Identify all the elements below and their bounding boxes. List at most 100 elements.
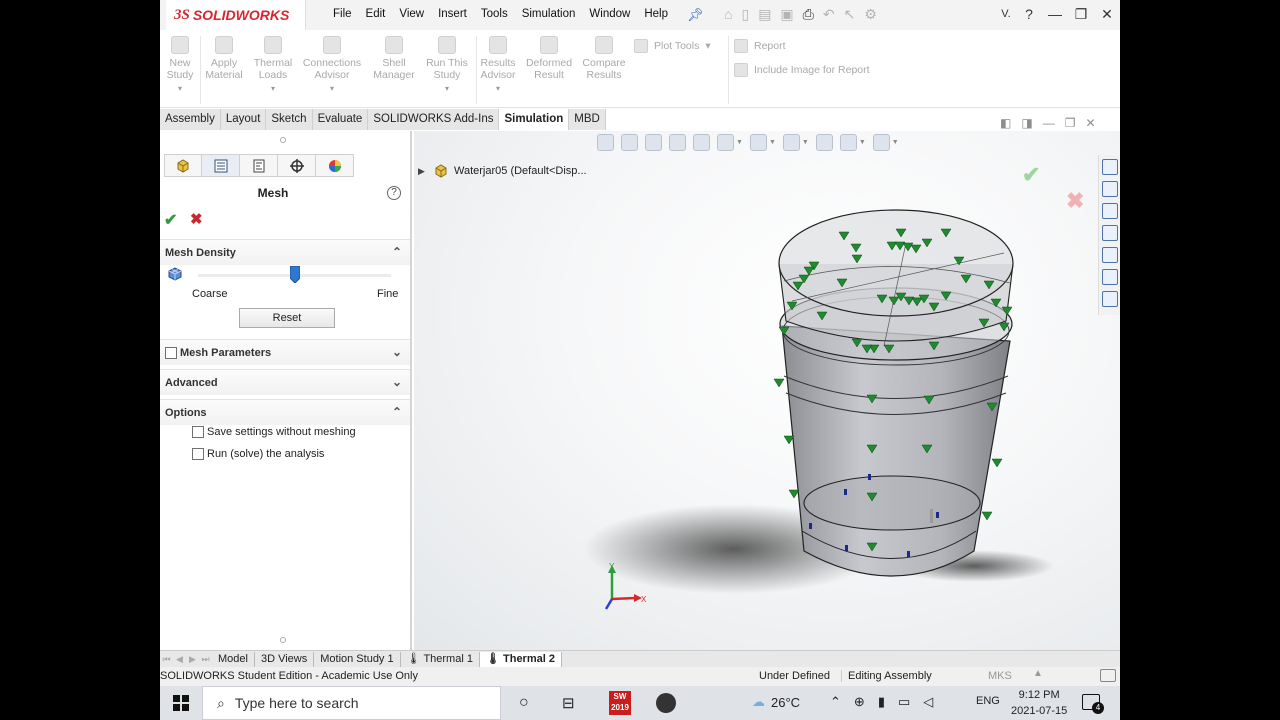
- chevron-down-icon[interactable]: ▼: [769, 139, 776, 146]
- report-button[interactable]: Report: [734, 39, 786, 53]
- tab-evaluate[interactable]: Evaluate: [313, 109, 369, 130]
- chevron-down-icon[interactable]: ▾: [252, 83, 294, 95]
- tab-dimxpert[interactable]: [278, 154, 316, 177]
- taskbar-search-input[interactable]: ⌕ Type here to search: [202, 686, 501, 720]
- new-document-icon[interactable]: ▯: [741, 6, 749, 23]
- chat-icon[interactable]: [1100, 669, 1116, 682]
- last-tab-icon[interactable]: ⏭: [199, 654, 212, 665]
- chevron-up-icon[interactable]: ▲: [1033, 668, 1043, 679]
- solidworks-taskbar-icon[interactable]: SW 2019: [609, 691, 631, 715]
- tab-configuration-manager[interactable]: [240, 154, 278, 177]
- help-menu-icon[interactable]: ?: [1016, 6, 1042, 22]
- include-image-button[interactable]: Include Image for Report: [734, 63, 870, 77]
- undo-icon[interactable]: ↶: [823, 6, 835, 23]
- pin-menu-icon[interactable]: 📌︎: [687, 7, 704, 23]
- volume-icon[interactable]: ◁: [923, 694, 933, 710]
- display-style-icon[interactable]: [749, 134, 767, 151]
- tab-thermal-1[interactable]: 🌡︎ Thermal 1: [401, 651, 480, 667]
- reset-button[interactable]: Reset: [239, 308, 335, 328]
- tab-addins[interactable]: SOLIDWORKS Add-Ins: [368, 109, 500, 130]
- chevron-up-icon[interactable]: ⌃: [830, 694, 841, 710]
- run-this-study-button[interactable]: Run This Study ▾: [424, 36, 470, 95]
- first-tab-icon[interactable]: ⏮: [160, 654, 173, 665]
- menu-insert[interactable]: Insert: [431, 8, 474, 20]
- tab-thermal-2[interactable]: 🌡︎ Thermal 2: [479, 651, 562, 667]
- input-language[interactable]: ENG: [976, 695, 1000, 707]
- restore-button[interactable]: ❐: [1068, 6, 1094, 23]
- previous-view-icon[interactable]: [645, 134, 662, 151]
- mesh-density-slider-thumb[interactable]: [290, 266, 300, 283]
- menu-tools[interactable]: Tools: [474, 8, 515, 20]
- model-viewport[interactable]: Y X: [414, 131, 1120, 650]
- viewport-restore-icon[interactable]: ❐: [1065, 116, 1076, 130]
- chevron-down-icon[interactable]: ⌄: [392, 345, 402, 359]
- home-icon[interactable]: ⌂: [724, 6, 732, 22]
- tab-property-manager[interactable]: [202, 154, 240, 177]
- solidworks-resources-icon[interactable]: [1101, 159, 1118, 175]
- chevron-down-icon[interactable]: ▾: [166, 83, 194, 95]
- view-settings-icon[interactable]: [872, 134, 890, 151]
- network-globe-icon[interactable]: ⊕: [854, 694, 865, 710]
- next-tab-icon[interactable]: ▶: [186, 654, 199, 665]
- save-settings-checkbox[interactable]: [192, 426, 204, 438]
- deformed-result-button[interactable]: Deformed Result: [524, 36, 574, 81]
- tab-layout[interactable]: Layout: [221, 109, 267, 130]
- section-view-icon[interactable]: [669, 134, 686, 151]
- print-icon[interactable]: ⎙: [803, 6, 814, 23]
- advanced-group-header[interactable]: Advanced ⌄: [160, 369, 410, 395]
- solidworks-logo[interactable]: 3S SOLIDWORKS: [166, 0, 306, 30]
- chevron-down-icon[interactable]: ▼: [802, 139, 809, 146]
- minimize-button[interactable]: —: [1042, 6, 1068, 22]
- options-group-header[interactable]: Options ⌃: [160, 399, 410, 425]
- tab-model[interactable]: Model: [212, 651, 255, 667]
- thermal-loads-button[interactable]: Thermal Loads ▾: [252, 36, 294, 95]
- tab-feature-tree[interactable]: [164, 154, 202, 177]
- custom-properties-icon[interactable]: [1101, 269, 1118, 285]
- menu-simulation[interactable]: Simulation: [515, 8, 583, 20]
- mesh-density-group-header[interactable]: Mesh Density ⌃: [160, 239, 410, 265]
- chevron-down-icon[interactable]: ▼: [892, 139, 899, 146]
- compare-results-button[interactable]: Compare Results: [580, 36, 628, 81]
- feature-tree-flyout[interactable]: ▶ Waterjar05 (Default<Disp...: [418, 163, 587, 179]
- close-button[interactable]: ✕: [1094, 6, 1120, 23]
- open-icon[interactable]: ▤: [758, 6, 771, 23]
- battery-icon[interactable]: ▭: [898, 694, 910, 710]
- view-palette-icon[interactable]: [1101, 225, 1118, 241]
- connections-advisor-button[interactable]: Connections Advisor ▾: [300, 36, 364, 95]
- tab-mbd[interactable]: MBD: [569, 109, 606, 130]
- edit-appearance-icon[interactable]: [815, 134, 833, 151]
- menu-help[interactable]: Help: [637, 8, 675, 20]
- file-explorer-icon[interactable]: [1101, 203, 1118, 219]
- forum-icon[interactable]: [1101, 291, 1118, 307]
- hide-show-items-icon[interactable]: [782, 134, 800, 151]
- prev-tab-icon[interactable]: ◀: [173, 654, 186, 665]
- tab-3d-views[interactable]: 3D Views: [255, 651, 315, 667]
- viewport-minimize-icon[interactable]: —: [1043, 116, 1055, 130]
- appearances-icon[interactable]: [1101, 247, 1118, 263]
- menu-file[interactable]: File: [326, 8, 359, 20]
- save-settings-option[interactable]: Save settings without meshing: [192, 426, 356, 438]
- notification-center-icon[interactable]: 4: [1082, 694, 1104, 714]
- chevron-down-icon[interactable]: ⌄: [392, 375, 402, 389]
- user-account[interactable]: V.: [996, 8, 1016, 20]
- menu-view[interactable]: View: [392, 8, 431, 20]
- cancel-button[interactable]: ✖: [190, 210, 203, 228]
- view-orientation-icon[interactable]: [717, 134, 734, 151]
- design-library-icon[interactable]: [1101, 181, 1118, 197]
- chevron-down-icon[interactable]: ▾: [424, 83, 470, 95]
- tab-display-manager[interactable]: [316, 154, 354, 177]
- pane-grip-handle[interactable]: [280, 137, 286, 143]
- chevron-down-icon[interactable]: ▼: [859, 139, 866, 146]
- plot-tools-button[interactable]: Plot Tools ▾: [634, 39, 711, 53]
- microphone-icon[interactable]: ▮: [878, 694, 885, 710]
- select-icon[interactable]: ↖: [844, 6, 856, 23]
- ok-button[interactable]: ✔: [164, 210, 177, 230]
- apply-scene-icon[interactable]: [839, 134, 857, 151]
- chevron-up-icon[interactable]: ⌃: [392, 405, 402, 419]
- expand-arrow-icon[interactable]: ▶: [418, 166, 428, 177]
- cortana-icon[interactable]: ○: [519, 694, 529, 712]
- run-analysis-option[interactable]: Run (solve) the analysis: [192, 448, 324, 460]
- menu-window[interactable]: Window: [582, 8, 637, 20]
- chevron-down-icon[interactable]: ▾: [300, 83, 364, 95]
- chevron-down-icon[interactable]: ▼: [736, 139, 743, 146]
